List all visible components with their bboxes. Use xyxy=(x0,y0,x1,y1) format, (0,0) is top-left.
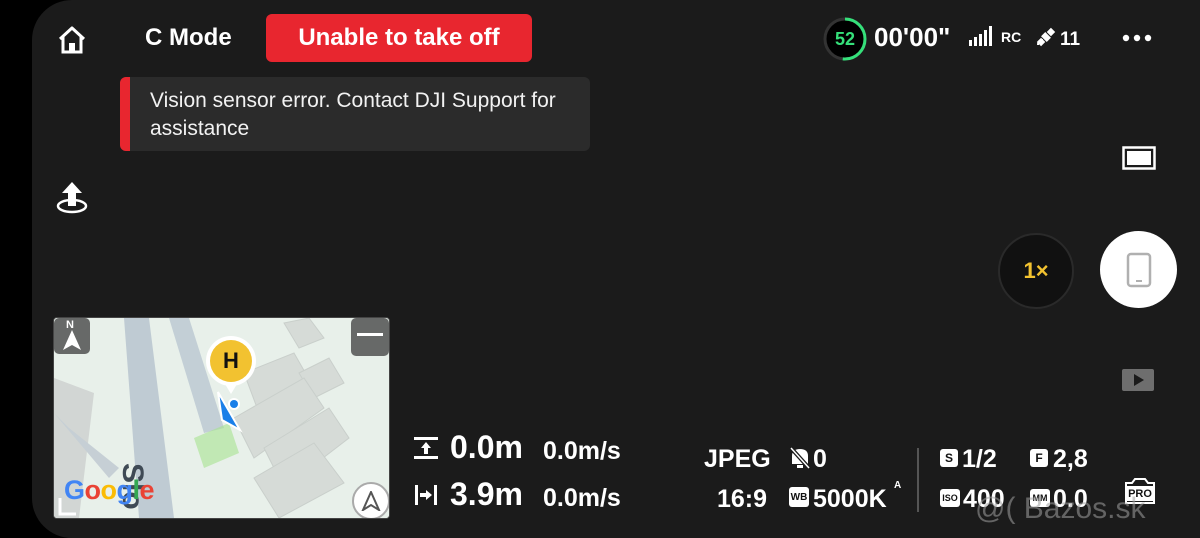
shutter-speed[interactable]: 1/2 xyxy=(962,445,997,474)
takeoff-alert-button[interactable]: Unable to take off xyxy=(266,14,532,62)
more-menu-icon[interactable] xyxy=(1122,34,1152,42)
home-marker-label: H xyxy=(210,340,252,382)
satellite-icon xyxy=(1036,27,1056,47)
mini-map[interactable]: N H Slo Google xyxy=(53,317,390,519)
aircraft-icon xyxy=(217,391,243,433)
flight-time: 00'00" xyxy=(874,22,951,52)
toast-message: Vision sensor error. Contact DJI Support… xyxy=(150,89,556,140)
shutter-button[interactable] xyxy=(1100,231,1177,308)
screen-ratio-icon[interactable] xyxy=(1122,146,1156,170)
horizontal-speed: 0.0m/s xyxy=(543,484,621,512)
shutter-badge: S xyxy=(940,449,958,467)
north-arrow-icon xyxy=(63,330,81,350)
height-value: 0.0m xyxy=(450,429,523,465)
map-collapse-button[interactable] xyxy=(351,318,389,356)
rc-label: RC xyxy=(1001,29,1022,45)
wb-mode: A xyxy=(894,480,902,491)
navigation-arrow-icon xyxy=(361,491,381,511)
iso-badge: ISO xyxy=(940,489,960,507)
photo-format[interactable]: JPEG xyxy=(704,445,771,474)
wb-badge: WB xyxy=(789,487,809,507)
white-balance[interactable]: 5000K xyxy=(813,485,887,514)
flight-screen: C Mode Unable to take off Vision sensor … xyxy=(32,0,1200,538)
phone-mode-icon xyxy=(1126,252,1151,287)
zoom-button[interactable]: 1× xyxy=(998,233,1074,309)
aspect-ratio[interactable]: 16:9 xyxy=(717,485,767,514)
toast-severity-bar xyxy=(120,77,130,151)
aperture-value[interactable]: 2,8 xyxy=(1053,445,1088,474)
distance-value: 3.9m xyxy=(450,476,523,512)
settings-divider xyxy=(917,448,919,512)
minimize-icon xyxy=(357,333,383,336)
flash-count: 0 xyxy=(813,445,827,473)
flash-off-icon xyxy=(789,446,811,470)
takeoff-icon[interactable] xyxy=(54,178,90,216)
aperture-badge: F xyxy=(1030,449,1048,467)
battery-indicator[interactable]: 52 xyxy=(822,16,868,62)
home-button[interactable] xyxy=(56,24,88,56)
error-toast[interactable]: Vision sensor error. Contact DJI Support… xyxy=(120,77,590,151)
home-icon xyxy=(58,26,86,54)
map-north-button[interactable]: N xyxy=(54,318,90,354)
expand-map-icon[interactable] xyxy=(54,494,78,518)
height-icon xyxy=(414,437,438,459)
battery-percent: 52 xyxy=(834,28,856,49)
playback-icon[interactable] xyxy=(1121,368,1155,392)
distance-icon xyxy=(415,485,437,505)
recenter-button[interactable] xyxy=(352,482,389,518)
satellite-count: 11 xyxy=(1060,29,1081,50)
watermark: @( Bazos.sk xyxy=(975,492,1146,525)
vertical-speed: 0.0m/s xyxy=(543,437,621,465)
signal-strength-icon xyxy=(969,26,992,46)
home-point-marker[interactable]: H xyxy=(206,336,256,394)
flight-mode[interactable]: C Mode xyxy=(145,24,232,52)
